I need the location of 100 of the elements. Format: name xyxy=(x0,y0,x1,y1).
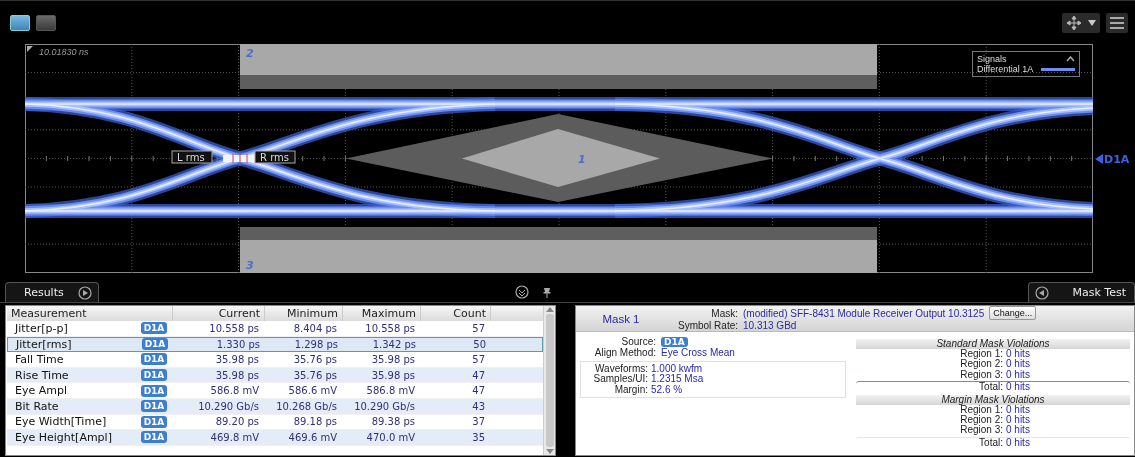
section-header: Margin Mask Violations xyxy=(856,394,1130,405)
table-row[interactable]: Eye Height[Ampl] D1A 469.8 mV 469.6 mV 470.0 mV 35 xyxy=(7,430,543,446)
table-cell-text: Eye Height[Ampl] xyxy=(14,430,113,445)
column-header[interactable]: Maximum xyxy=(343,306,421,321)
pin-button[interactable] xyxy=(543,286,552,298)
table-cell-text: 35.98 ps xyxy=(214,353,260,367)
field-label: Region 3: xyxy=(960,369,1003,381)
table-cell-text: 35.76 ps xyxy=(292,368,338,383)
move-button[interactable] xyxy=(1062,12,1100,33)
marker-label: R rms xyxy=(254,150,296,164)
back-icon xyxy=(1034,285,1049,300)
field-value: 52.6 % xyxy=(651,384,683,395)
region-number: 3 xyxy=(246,259,254,272)
scrollbar[interactable] xyxy=(543,306,555,455)
table-cell-text: 470.0 mV xyxy=(365,430,416,445)
caret-icon xyxy=(1088,19,1096,26)
source-badge: D1A xyxy=(140,400,168,413)
field-label: Region 2: xyxy=(960,415,1003,426)
channel-arrow-icon xyxy=(1095,154,1103,164)
table-cell-text: 50 xyxy=(472,337,487,352)
table-cell-text: Eye Width[Time] xyxy=(14,414,108,430)
field-label: Waveforms: xyxy=(595,363,648,374)
pin-icon xyxy=(543,286,552,298)
table-cell-text: 37 xyxy=(471,415,486,430)
table-cell-text: 10.290 Gb/s xyxy=(353,399,416,414)
table-cell-text: 10.558 ps xyxy=(208,321,260,336)
chevron-down-icon xyxy=(515,285,530,299)
field-label: Region 2: xyxy=(960,359,1003,370)
header-filler xyxy=(491,306,543,321)
source-badge: D1A xyxy=(140,369,168,382)
field-label: Source: xyxy=(621,337,656,348)
table-cell-text: 469.6 mV xyxy=(287,430,338,445)
field-value: 0 hits xyxy=(1006,437,1031,449)
table-cell-text: 1.342 ps xyxy=(371,337,417,352)
column-header[interactable]: Minimum xyxy=(265,306,343,321)
table-cell-text: 57 xyxy=(471,353,486,367)
table-cell-text: 35 xyxy=(471,430,486,445)
mask-title: Mask 1 xyxy=(601,312,641,325)
mask-test-tab[interactable]: Mask Test xyxy=(1027,282,1135,302)
legend-title: Signals xyxy=(977,54,1008,64)
marker-label: L rms xyxy=(171,150,213,164)
source-badge: D1A xyxy=(661,337,688,347)
menu-button[interactable] xyxy=(1106,12,1128,33)
table-cell-text: 8.404 ps xyxy=(292,321,338,336)
table-cell-text: 469.8 mV xyxy=(209,430,260,445)
field-label: Region 3: xyxy=(960,425,1003,436)
table-cell-text: 1.330 ps xyxy=(215,337,261,352)
table-cell-text: 10.290 Gb/s xyxy=(197,399,260,414)
collapse-button[interactable] xyxy=(515,285,530,299)
table-cell-text: Jitter[p-p] xyxy=(13,321,69,336)
table-cell-text: 35.76 ps xyxy=(292,353,338,367)
field-value: 0 hits xyxy=(1006,404,1031,415)
table-row[interactable]: Jitter[p-p] D1A 10.558 ps 8.404 ps 10.558 ps 57 xyxy=(7,321,543,337)
table-cell-text: Eye Ampl xyxy=(14,383,68,398)
table-cell-text: Jitter[rms] xyxy=(14,337,73,352)
source-badge: D1A xyxy=(140,322,168,335)
column-header[interactable]: Measurement xyxy=(7,306,173,321)
collapse-icon xyxy=(1066,56,1075,62)
field-label: Region 1: xyxy=(960,349,1003,360)
table-cell-text: 43 xyxy=(471,399,486,414)
table-cell-text: 89.18 ps xyxy=(292,415,338,430)
field-value: 0 hits xyxy=(1006,369,1031,381)
table-cell-text: Fall Time xyxy=(14,352,65,367)
move-icon xyxy=(1066,14,1082,31)
column-header[interactable]: Count xyxy=(421,306,491,321)
source-badge: D1A xyxy=(140,384,168,397)
source-badge: D1A xyxy=(140,353,168,366)
field-value: 0 hits xyxy=(1006,425,1031,436)
column-header[interactable]: Current xyxy=(173,306,265,321)
field-value: 0 hits xyxy=(1006,349,1031,359)
table-cell-text: 35.98 ps xyxy=(370,368,416,383)
table-row[interactable]: Eye Ampl D1A 586.8 mV 586.6 mV 586.8 mV 47 xyxy=(7,383,543,399)
table-cell-text: 586.8 mV xyxy=(209,384,260,398)
source-badge: D1A xyxy=(140,415,168,428)
results-tab[interactable]: Results xyxy=(5,282,99,302)
field-value: 1.000 kwfm xyxy=(651,363,703,374)
table-cell-text: 89.20 ps xyxy=(214,415,260,430)
field-value: 10.313 GBd xyxy=(743,320,798,331)
table-cell-text: 47 xyxy=(471,368,486,383)
field-value: (modified) SFF-8431 Module Receiver Output 10.3125 xyxy=(743,307,985,319)
table-cell-text: 35.98 ps xyxy=(214,368,260,383)
field-label: Align Method: xyxy=(594,348,656,359)
layout-button[interactable] xyxy=(10,14,30,31)
channel-marker: D1A xyxy=(1104,152,1130,166)
menu-icon xyxy=(1109,15,1125,30)
field-label: Samples/UI: xyxy=(593,374,648,385)
table-cell-text: 1.298 ps xyxy=(293,337,339,352)
field-label: Total: xyxy=(979,437,1003,449)
table-cell-text: 586.8 mV xyxy=(365,384,416,398)
table-cell-text: 35.98 ps xyxy=(370,353,416,367)
field-value: 0 hits xyxy=(1006,415,1031,426)
field-label: Symbol Rate: xyxy=(676,320,738,331)
table-row[interactable]: Fall Time D1A 35.98 ps 35.76 ps 35.98 ps 57 xyxy=(7,352,543,368)
change-button[interactable]: Change... xyxy=(989,306,1037,320)
region-number: 2 xyxy=(246,47,254,60)
field-label: Margin: xyxy=(614,384,648,395)
field-value: 1.2315 Msa xyxy=(651,374,704,385)
source-badge: D1A xyxy=(141,338,169,351)
corner-icon xyxy=(27,46,33,52)
region-number: 1 xyxy=(578,153,586,166)
